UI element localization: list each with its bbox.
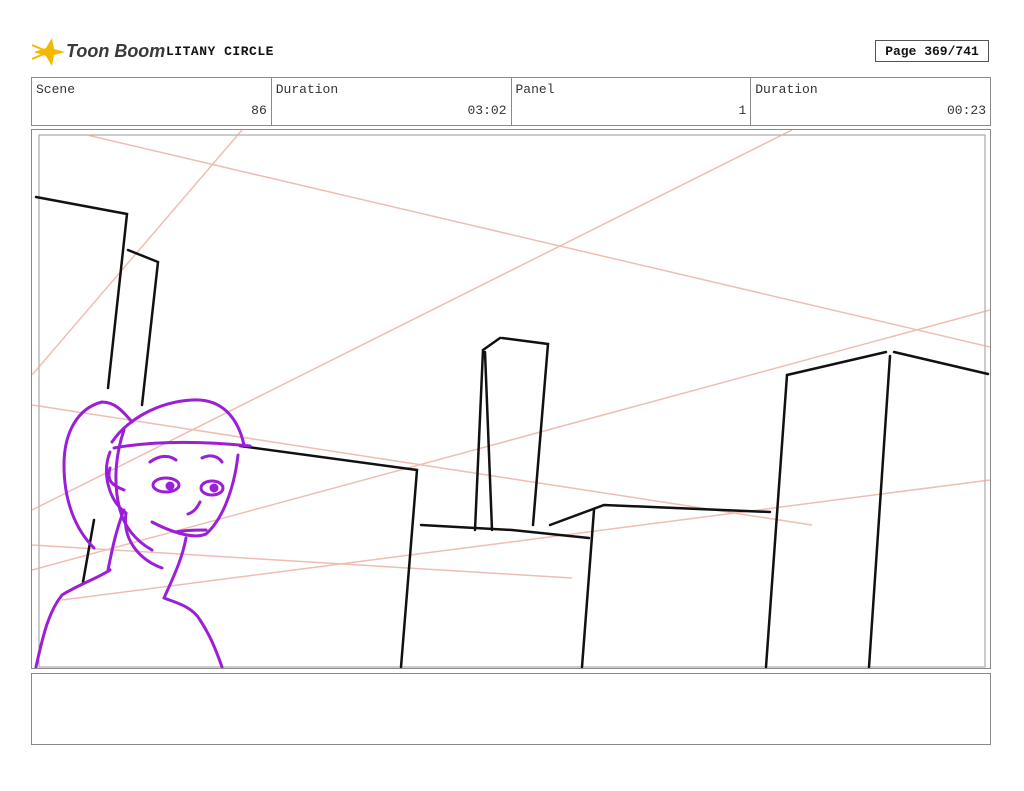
scene-cell: Scene 86 [32, 78, 272, 125]
scene-label: Scene [36, 82, 76, 97]
project-title: LITANY CIRCLE [166, 44, 274, 59]
scene-duration-value: 03:02 [467, 103, 507, 118]
scene-value: 86 [251, 103, 267, 118]
storyboard-panel [31, 129, 991, 669]
building-linework [34, 195, 990, 668]
panel-duration-cell: Duration 00:23 [751, 78, 990, 125]
panel-value: 1 [738, 103, 747, 118]
panel-drawing [32, 130, 990, 668]
panel-duration-label: Duration [755, 82, 818, 97]
scene-duration-label: Duration [275, 82, 339, 97]
panel-notes [31, 673, 991, 745]
panel-label: Panel [515, 82, 555, 97]
character-sketch [34, 398, 252, 668]
scene-duration-cell: Duration 03:02 [272, 78, 512, 125]
panel-duration-value: 00:23 [946, 103, 986, 118]
panel-info-bar: Scene 86 Duration 03:02 Panel 1 Duration… [31, 77, 991, 126]
page-number: Page 369/741 [875, 40, 989, 62]
logo-text: Toon Boom [66, 41, 166, 61]
toon-boom-logo: Toon Boom [32, 36, 165, 68]
toon-boom-star-icon [32, 38, 65, 66]
panel-cell: Panel 1 [512, 78, 752, 125]
